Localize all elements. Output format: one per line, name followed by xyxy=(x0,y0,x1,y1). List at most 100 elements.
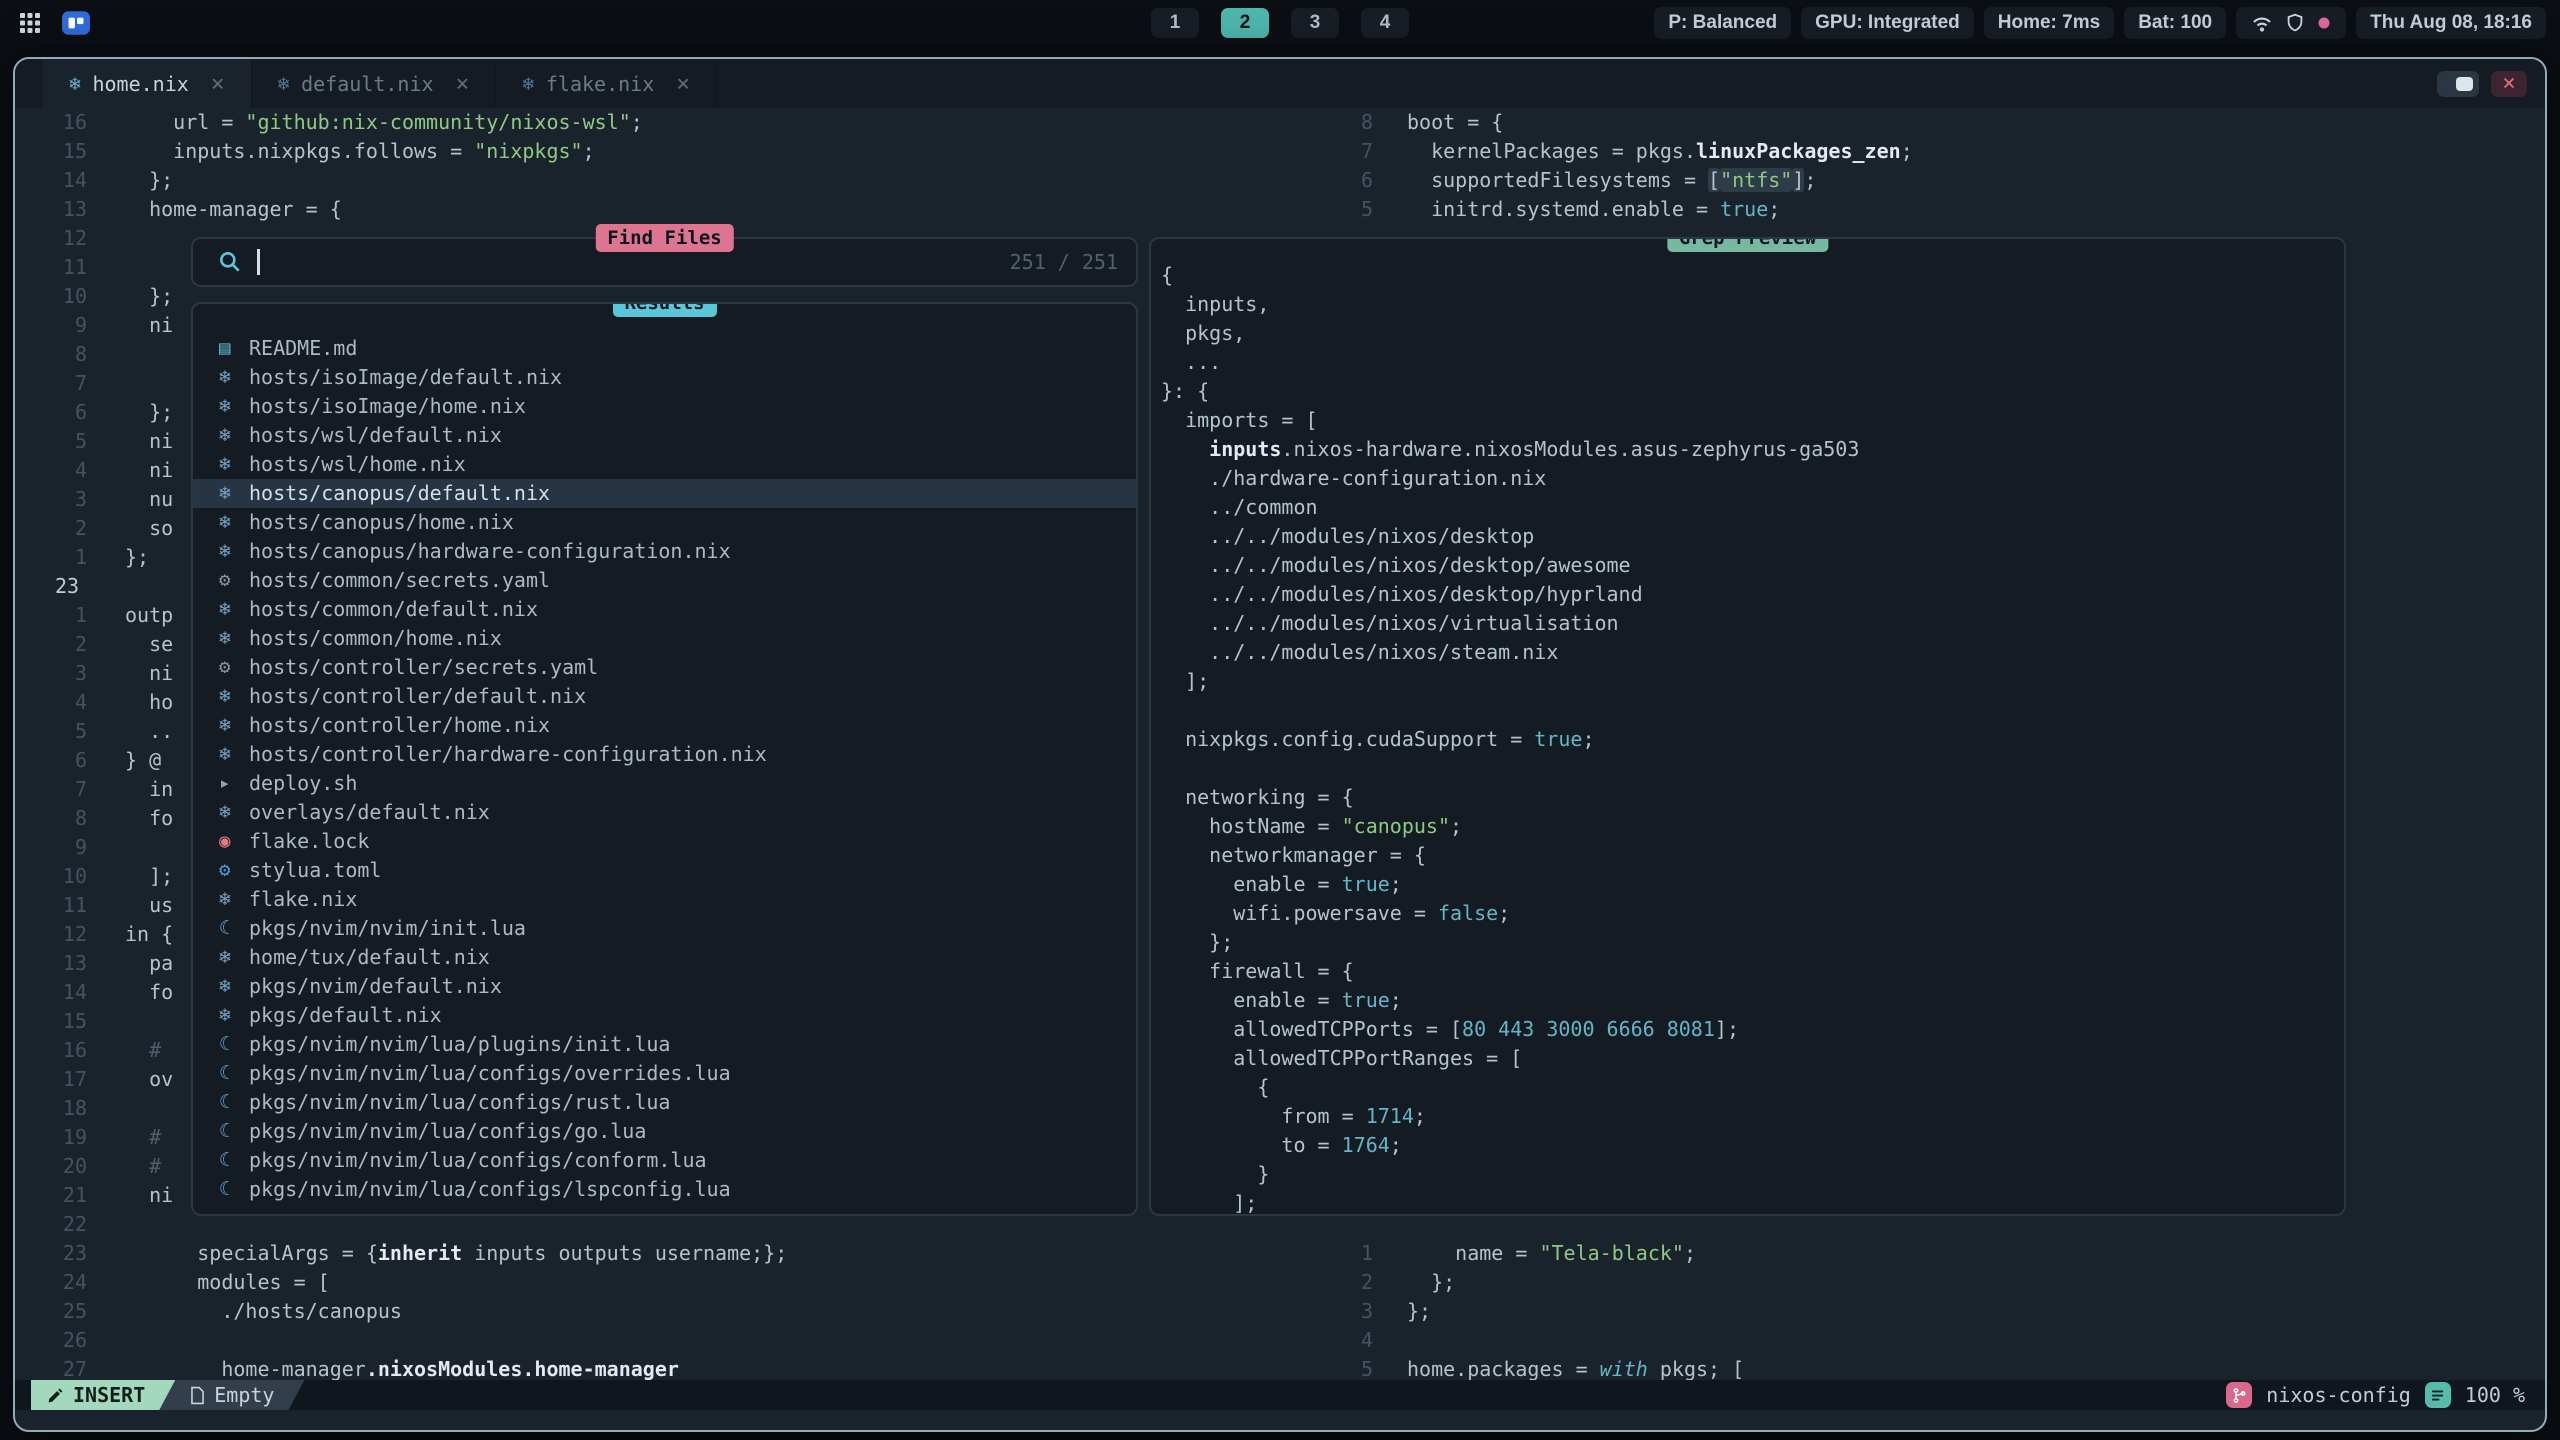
code-line[interactable]: 8boot = { xyxy=(1335,108,2545,137)
window-toggle-button[interactable] xyxy=(2437,71,2479,97)
window-close-button[interactable]: × xyxy=(2491,71,2527,97)
line-number: 2 xyxy=(15,630,125,659)
app-icon[interactable] xyxy=(60,7,92,39)
workspace-4[interactable]: 4 xyxy=(1361,8,1409,38)
code-line[interactable]: 24 modules = [ xyxy=(15,1268,1335,1297)
workspace-3[interactable]: 3 xyxy=(1291,8,1339,38)
code-line xyxy=(1161,696,2344,725)
code-line[interactable]: 13 home-manager = { xyxy=(15,195,1335,224)
code-line: ../../modules/nixos/steam.nix xyxy=(1161,638,2344,667)
tray-chip[interactable] xyxy=(2236,7,2346,39)
code-line[interactable]: 7 kernelPackages = pkgs.linuxPackages_ze… xyxy=(1335,137,2545,166)
result-row[interactable]: ❄overlays/default.nix xyxy=(193,798,1136,827)
code-line[interactable]: 25 ./hosts/canopus xyxy=(15,1297,1335,1326)
code-line: allowedTCPPorts = [80 443 3000 6666 8081… xyxy=(1161,1015,2344,1044)
tab-home.nix[interactable]: ❄home.nix× xyxy=(43,59,252,108)
tab-flake.nix[interactable]: ❄flake.nix× xyxy=(496,59,717,108)
code-line: ../../modules/nixos/desktop/hyprland xyxy=(1161,580,2344,609)
result-row[interactable]: ⚙hosts/common/secrets.yaml xyxy=(193,566,1136,595)
wifi-icon[interactable] xyxy=(2250,11,2274,35)
result-row[interactable]: ☾pkgs/nvim/nvim/lua/configs/lspconfig.lu… xyxy=(193,1175,1136,1204)
code-line[interactable]: 6 supportedFilesystems = ["ntfs"]; xyxy=(1335,166,2545,195)
result-row[interactable]: ❄hosts/controller/hardware-configuration… xyxy=(193,740,1136,769)
result-row[interactable]: ❄hosts/wsl/home.nix xyxy=(193,450,1136,479)
lock-file-icon: ◉ xyxy=(219,827,249,856)
code-line[interactable]: 14 }; xyxy=(15,166,1335,195)
code-line[interactable]: 16 url = "github:nix-community/nixos-wsl… xyxy=(15,108,1335,137)
line-number: 13 xyxy=(15,949,125,978)
status-dot-icon[interactable] xyxy=(2316,15,2332,31)
nix-file-icon: ❄ xyxy=(219,595,249,624)
file-path: stylua.toml xyxy=(249,856,381,885)
result-row[interactable]: ◉flake.lock xyxy=(193,827,1136,856)
result-row[interactable]: ▸deploy.sh xyxy=(193,769,1136,798)
result-row[interactable]: ❄hosts/canopus/home.nix xyxy=(193,508,1136,537)
code-line: ../common xyxy=(1161,493,2344,522)
result-row[interactable]: ☾pkgs/nvim/nvim/lua/configs/go.lua xyxy=(193,1117,1136,1146)
code-line: from = 1714; xyxy=(1161,1102,2344,1131)
code-line: ... xyxy=(1161,348,2344,377)
battery-chip[interactable]: Bat: 100 xyxy=(2124,7,2226,39)
line-number: 18 xyxy=(15,1094,125,1123)
code-line: { xyxy=(1161,1073,2344,1102)
result-row[interactable]: ❄hosts/isoImage/default.nix xyxy=(193,363,1136,392)
result-row[interactable]: ⚙hosts/controller/secrets.yaml xyxy=(193,653,1136,682)
result-row[interactable]: ❄hosts/controller/default.nix xyxy=(193,682,1136,711)
code-line[interactable]: 26 xyxy=(15,1326,1335,1355)
nix-file-icon: ❄ xyxy=(219,972,249,1001)
topbar-left xyxy=(14,7,92,39)
result-row[interactable]: ❄hosts/common/home.nix xyxy=(193,624,1136,653)
file-path: home/tux/default.nix xyxy=(249,943,490,972)
home-latency-chip[interactable]: Home: 7ms xyxy=(1984,7,2114,39)
find-files-prompt[interactable]: Find Files 251 / 251 xyxy=(191,237,1138,287)
file-path: hosts/wsl/default.nix xyxy=(249,421,502,450)
shield-icon[interactable] xyxy=(2284,12,2306,34)
code-line[interactable]: 23 specialArgs = {inherit inputs outputs… xyxy=(15,1239,1335,1268)
line-number: 10 xyxy=(15,282,125,311)
topbar: 1234 P: Balanced GPU: Integrated Home: 7ms… xyxy=(0,0,2560,46)
power-profile-chip[interactable]: P: Balanced xyxy=(1654,7,1791,39)
result-row[interactable]: ⚙stylua.toml xyxy=(193,856,1136,885)
result-row[interactable]: ☾pkgs/nvim/nvim/lua/configs/overrides.lu… xyxy=(193,1059,1136,1088)
result-row[interactable]: ❄hosts/common/default.nix xyxy=(193,595,1136,624)
result-row[interactable]: ❄hosts/isoImage/home.nix xyxy=(193,392,1136,421)
result-row[interactable]: ☾pkgs/nvim/nvim/lua/configs/rust.lua xyxy=(193,1088,1136,1117)
statusline-left: INSERT Empty xyxy=(31,1380,304,1410)
gpu-chip[interactable]: GPU: Integrated xyxy=(1801,7,1974,39)
result-row[interactable]: ❄pkgs/nvim/default.nix xyxy=(193,972,1136,1001)
scroll-percent: 100 % xyxy=(2465,1383,2525,1407)
tab-default.nix[interactable]: ❄default.nix× xyxy=(252,59,497,108)
result-row[interactable]: ❄hosts/wsl/default.nix xyxy=(193,421,1136,450)
clock-chip[interactable]: Thu Aug 08, 18:16 xyxy=(2356,7,2546,39)
code-line[interactable]: 27 home-manager.nixosModules.home-manage… xyxy=(15,1355,1335,1380)
code-line: firewall = { xyxy=(1161,957,2344,986)
result-row[interactable]: ❄flake.nix xyxy=(193,885,1136,914)
result-row[interactable]: ❄hosts/canopus/default.nix xyxy=(193,479,1136,508)
code-line[interactable]: 5home.packages = with pkgs; [ xyxy=(1335,1355,2545,1380)
result-row[interactable]: ☾pkgs/nvim/nvim/lua/configs/conform.lua xyxy=(193,1146,1136,1175)
workspace-2[interactable]: 2 xyxy=(1221,8,1269,38)
code-line[interactable]: 3}; xyxy=(1335,1297,2545,1326)
code-line[interactable]: 5 initrd.systemd.enable = true; xyxy=(1335,195,2545,224)
result-row[interactable]: ☾pkgs/nvim/nvim/lua/plugins/init.lua xyxy=(193,1030,1136,1059)
result-row[interactable]: ☾pkgs/nvim/nvim/init.lua xyxy=(193,914,1136,943)
app-launcher-icon[interactable] xyxy=(14,7,46,39)
result-row[interactable]: ❄home/tux/default.nix xyxy=(193,943,1136,972)
result-row[interactable]: ❄hosts/canopus/hardware-configuration.ni… xyxy=(193,537,1136,566)
line-number: 6 xyxy=(1335,166,1407,195)
code-line[interactable]: 2 }; xyxy=(1335,1268,2545,1297)
result-row[interactable]: ❄pkgs/default.nix xyxy=(193,1001,1136,1030)
tab-close-icon[interactable]: × xyxy=(676,71,690,97)
line-number: 23 xyxy=(15,572,125,601)
code-line[interactable]: 15 inputs.nixpkgs.follows = "nixpkgs"; xyxy=(15,137,1335,166)
tab-close-icon[interactable]: × xyxy=(211,71,225,97)
yaml-file-icon: ⚙ xyxy=(219,653,249,682)
desktop: 1234 P: BalancedGPU: IntegratedHome: 7ms… xyxy=(0,0,2560,1440)
file-path: flake.nix xyxy=(249,885,357,914)
result-row[interactable]: ▤README.md xyxy=(193,334,1136,363)
workspace-1[interactable]: 1 xyxy=(1151,8,1199,38)
code-line[interactable]: 4 xyxy=(1335,1326,2545,1355)
code-line[interactable]: 1 name = "Tela-black"; xyxy=(1335,1239,2545,1268)
result-row[interactable]: ❄hosts/controller/home.nix xyxy=(193,711,1136,740)
tab-close-icon[interactable]: × xyxy=(456,71,470,97)
